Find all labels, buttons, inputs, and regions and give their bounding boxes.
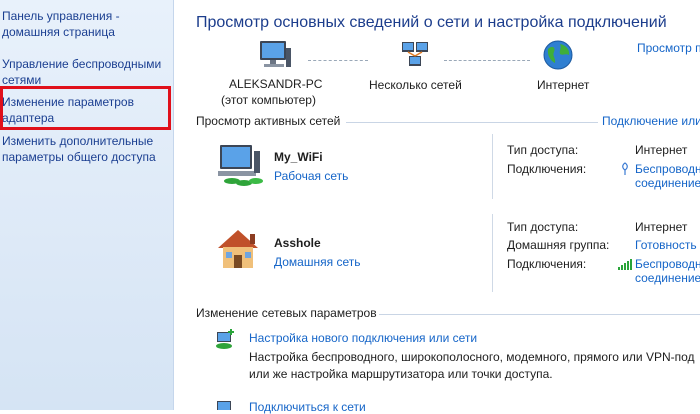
sidebar-link-manage-wireless[interactable]: Управление беспроводными сетями — [2, 56, 170, 88]
network-divider-2 — [492, 214, 493, 292]
network-divider-1 — [492, 134, 493, 199]
setup-new-connection-desc: или же настройка маршрутизатора или точк… — [249, 367, 553, 381]
access-type-value: Интернет — [635, 220, 688, 234]
connect-to-network-link[interactable]: Подключиться к сети — [249, 400, 366, 414]
multiple-networks-icon — [400, 40, 430, 73]
red-highlight-frame — [0, 86, 171, 130]
computer-caption-label: (этот компьютер) — [221, 93, 316, 107]
section-divider — [346, 122, 598, 123]
new-connection-icon — [214, 328, 236, 353]
sidebar-link-control-panel-home[interactable]: Панель управления - домашняя страница — [2, 8, 170, 40]
internet-globe-icon — [542, 39, 574, 74]
network-type-link[interactable]: Рабочая сеть — [274, 169, 348, 183]
network-type-link[interactable]: Домашняя сеть — [274, 255, 360, 269]
change-settings-heading: Изменение сетевых параметров — [196, 306, 377, 320]
wireless-connection-link-line2: соединение — [635, 176, 700, 190]
left-sidebar: Панель управления - домашняя страница Уп… — [0, 0, 174, 410]
homegroup-status-link[interactable]: Готовность — [635, 238, 697, 252]
sidebar-link-label: домашняя страница — [2, 25, 115, 39]
main-content: Просмотр основных сведений о сети и наст… — [174, 0, 700, 414]
computer-name-label: ALEKSANDR-PC — [229, 77, 323, 91]
map-connector-right — [444, 60, 530, 61]
sidebar-link-label: параметры общего доступа — [2, 150, 156, 164]
homegroup-label: Домашняя группа: — [507, 238, 610, 252]
sidebar-link-label: Изменить дополнительные — [2, 134, 154, 148]
wireless-connection-link-line2: соединение — [635, 271, 700, 285]
sidebar-link-label: Управление беспроводными — [2, 57, 162, 71]
wireless-connection-link-line1: Беспроводн — [635, 162, 700, 176]
map-connector-left — [308, 60, 368, 61]
sidebar-link-label: сетями — [2, 73, 42, 87]
active-networks-heading: Просмотр активных сетей — [196, 114, 341, 128]
connect-to-network-icon — [214, 399, 236, 413]
sidebar-link-label: Панель управления - — [2, 9, 120, 23]
network-name: Asshole — [274, 236, 321, 250]
signal-strength-icon — [618, 258, 632, 273]
workplace-network-icon — [214, 143, 268, 192]
sidebar-link-advanced-sharing[interactable]: Изменить дополнительные параметры общего… — [2, 133, 170, 165]
wireless-connection-link[interactable]: Беспроводн соединение — [635, 162, 700, 190]
access-type-value: Интернет — [635, 143, 688, 157]
wireless-connection-icon — [620, 162, 630, 179]
home-network-icon — [216, 228, 260, 273]
connect-or-disconnect-link[interactable]: Подключение или — [602, 114, 700, 128]
connections-label: Подключения: — [507, 257, 587, 271]
page-title: Просмотр основных сведений о сети и наст… — [196, 14, 667, 31]
setup-new-connection-link[interactable]: Настройка нового подключения или сети — [249, 331, 477, 345]
wireless-connection-link-line1: Беспроводн — [635, 257, 700, 271]
internet-label: Интернет — [537, 78, 590, 92]
computer-icon — [258, 40, 292, 73]
view-full-map-link[interactable]: Просмотр п — [637, 41, 700, 55]
access-type-label: Тип доступа: — [507, 220, 579, 234]
connections-label: Подключения: — [507, 162, 587, 176]
access-type-label: Тип доступа: — [507, 143, 579, 157]
section-divider — [379, 314, 700, 315]
wireless-connection-link[interactable]: Беспроводн соединение — [635, 257, 700, 285]
network-name: My_WiFi — [274, 150, 323, 164]
multiple-networks-label: Несколько сетей — [369, 78, 462, 92]
setup-new-connection-desc: Настройка беспроводного, широкополосного… — [249, 350, 695, 364]
